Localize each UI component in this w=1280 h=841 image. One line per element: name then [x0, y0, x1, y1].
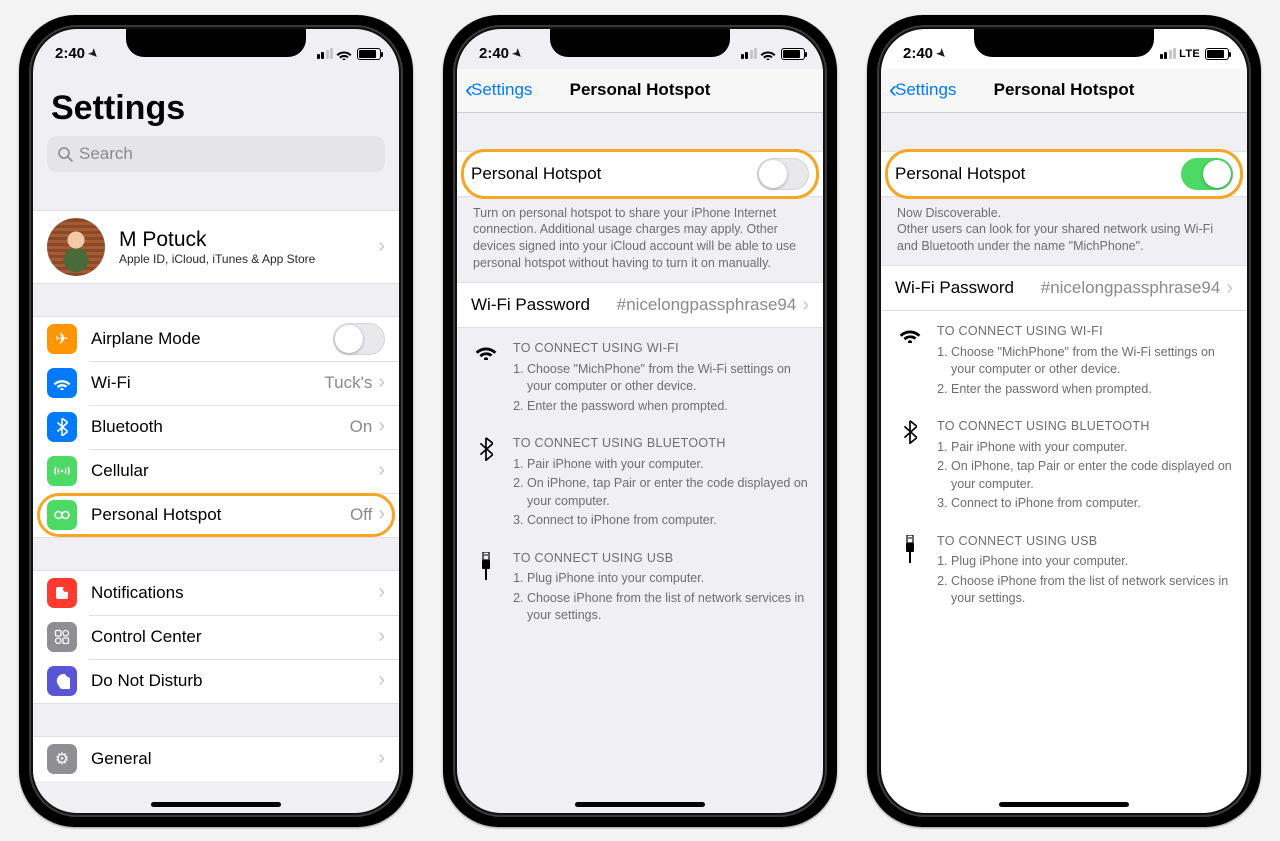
- wifi-row[interactable]: Wi-Fi Tuck's ›: [33, 361, 399, 405]
- home-indicator[interactable]: [999, 802, 1129, 807]
- control-center-icon: [47, 622, 77, 652]
- profile-name: M Potuck: [119, 228, 378, 252]
- battery-icon: [1205, 48, 1229, 60]
- status-time: 2:40: [55, 45, 85, 62]
- chevron-right-icon: ›: [378, 415, 385, 438]
- do-not-disturb-row[interactable]: Do Not Disturb ›: [33, 659, 399, 703]
- notch: [974, 29, 1154, 57]
- help-bluetooth: TO CONNECT USING BLUETOOTH Pair iPhone w…: [457, 423, 823, 538]
- help-wifi: TO CONNECT USING WI-FI Choose "MichPhone…: [457, 328, 823, 423]
- hotspot-toggle-on[interactable]: [1181, 158, 1233, 190]
- cellular-signal-icon: [317, 48, 334, 59]
- home-indicator[interactable]: [151, 802, 281, 807]
- location-icon: ➤: [86, 46, 102, 62]
- cellular-signal-icon: [741, 48, 758, 59]
- bluetooth-help-icon: [899, 418, 921, 515]
- battery-icon: [357, 48, 381, 60]
- wifi-password-row[interactable]: Wi-Fi Password #nicelongpassphrase94 ›: [457, 283, 823, 327]
- battery-icon: [781, 48, 805, 60]
- wifi-password-row[interactable]: Wi-Fi Password #nicelongpassphrase94 ›: [881, 266, 1247, 310]
- hotspot-off-footer: Turn on personal hotspot to share your i…: [457, 197, 823, 283]
- wifi-icon: [760, 48, 776, 60]
- chevron-right-icon: ›: [378, 371, 385, 394]
- chevron-right-icon: ›: [1226, 277, 1233, 300]
- help-bluetooth: TO CONNECT USING BLUETOOTH Pair iPhone w…: [881, 406, 1247, 521]
- profile-sub: Apple ID, iCloud, iTunes & App Store: [119, 252, 378, 266]
- back-button[interactable]: ‹Settings: [465, 78, 532, 102]
- wifi-help-icon: [899, 323, 921, 400]
- phone-hotspot-on: 2:40➤ LTE ‹Settings Personal Hotspot Per…: [867, 15, 1261, 827]
- home-indicator[interactable]: [575, 802, 705, 807]
- control-center-row[interactable]: Control Center ›: [33, 615, 399, 659]
- search-placeholder: Search: [79, 144, 133, 164]
- hotspot-toggle-off[interactable]: [757, 158, 809, 190]
- hotspot-toggle-row[interactable]: Personal Hotspot: [457, 152, 823, 196]
- chevron-right-icon: ›: [378, 459, 385, 482]
- help-usb: TO CONNECT USING USB Plug iPhone into yo…: [881, 521, 1247, 616]
- chevron-right-icon: ›: [378, 669, 385, 692]
- chevron-right-icon: ›: [378, 503, 385, 526]
- phone-hotspot-off: 2:40➤ ‹Settings Personal Hotspot Persona…: [443, 15, 837, 827]
- usb-help-icon: [475, 550, 497, 627]
- nav-bar: ‹Settings Personal Hotspot: [457, 69, 823, 113]
- wifi-settings-icon: [47, 368, 77, 398]
- help-wifi: TO CONNECT USING WI-FI Choose "MichPhone…: [881, 311, 1247, 406]
- bluetooth-settings-icon: [47, 412, 77, 442]
- nav-title: Personal Hotspot: [570, 80, 711, 100]
- cellular-settings-icon: [47, 456, 77, 486]
- chevron-right-icon: ›: [378, 581, 385, 604]
- page-title: Settings: [33, 69, 399, 136]
- bluetooth-value: On: [350, 417, 373, 437]
- hotspot-settings-icon: [47, 500, 77, 530]
- bluetooth-row[interactable]: Bluetooth On ›: [33, 405, 399, 449]
- avatar: [47, 218, 105, 276]
- notifications-icon: [47, 578, 77, 608]
- back-button[interactable]: ‹Settings: [889, 78, 956, 102]
- nav-title: Personal Hotspot: [994, 80, 1135, 100]
- cellular-signal-icon: [1160, 48, 1177, 59]
- usb-help-icon: [899, 533, 921, 610]
- notch: [126, 29, 306, 57]
- wifi-password-value: #nicelongpassphrase94: [1041, 278, 1221, 298]
- wifi-value: Tuck's: [324, 373, 372, 393]
- general-row[interactable]: ⚙ General ›: [33, 737, 399, 781]
- chevron-right-icon: ›: [378, 747, 385, 770]
- chevron-right-icon: ›: [378, 235, 385, 258]
- notch: [550, 29, 730, 57]
- hotspot-value: Off: [350, 505, 372, 525]
- notifications-row[interactable]: Notifications ›: [33, 571, 399, 615]
- cellular-row[interactable]: Cellular ›: [33, 449, 399, 493]
- location-icon: ➤: [510, 46, 526, 62]
- gear-icon: ⚙: [47, 744, 77, 774]
- dnd-icon: [47, 666, 77, 696]
- hotspot-on-footer: Now Discoverable. Other users can look f…: [881, 197, 1247, 266]
- airplane-toggle[interactable]: [333, 323, 385, 355]
- airplane-icon: ✈: [47, 324, 77, 354]
- location-icon: ➤: [934, 46, 950, 62]
- wifi-password-value: #nicelongpassphrase94: [617, 295, 797, 315]
- personal-hotspot-row[interactable]: Personal Hotspot Off ›: [33, 493, 399, 537]
- hotspot-toggle-row[interactable]: Personal Hotspot: [881, 152, 1247, 196]
- help-usb: TO CONNECT USING USB Plug iPhone into yo…: [457, 538, 823, 633]
- wifi-help-icon: [475, 340, 497, 417]
- airplane-mode-row[interactable]: ✈ Airplane Mode: [33, 317, 399, 361]
- bluetooth-help-icon: [475, 435, 497, 532]
- nav-bar: ‹Settings Personal Hotspot: [881, 69, 1247, 113]
- chevron-right-icon: ›: [802, 294, 809, 317]
- phone-settings-root: 2:40 ➤ Settings Search M Potuck Apple ID…: [19, 15, 413, 827]
- lte-label: LTE: [1179, 48, 1200, 60]
- search-input[interactable]: Search: [47, 136, 385, 172]
- apple-id-row[interactable]: M Potuck Apple ID, iCloud, iTunes & App …: [33, 211, 399, 283]
- wifi-icon: [336, 48, 352, 60]
- chevron-right-icon: ›: [378, 625, 385, 648]
